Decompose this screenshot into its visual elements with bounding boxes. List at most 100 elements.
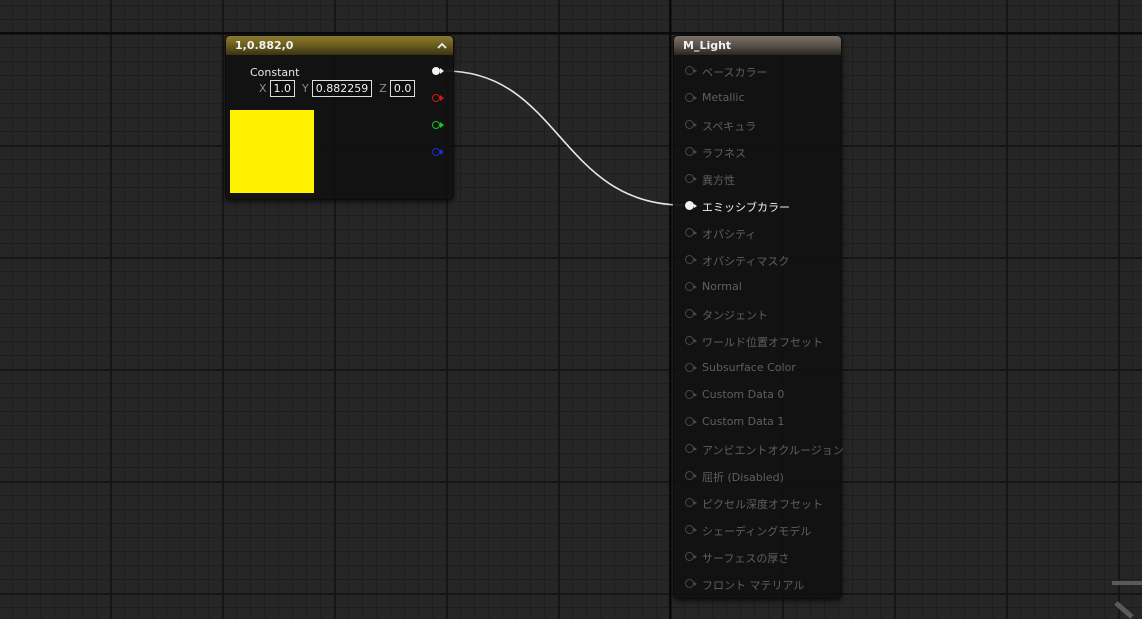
input-pin-arrow-icon [694, 68, 697, 73]
input-pin-circle-icon[interactable] [685, 417, 694, 426]
material-input-row[interactable]: タンジェント [674, 306, 841, 322]
material-input-row[interactable]: ベースカラー [674, 63, 841, 79]
input-pin-circle-icon[interactable] [685, 579, 694, 588]
material-input-row[interactable]: エミッシブカラー [674, 198, 841, 214]
material-input-row[interactable]: フロント マテリアル [674, 576, 841, 592]
material-input-row[interactable]: Normal [674, 279, 841, 295]
input-pin-arrow-icon [694, 527, 697, 532]
material-input-row[interactable]: スペキュラ [674, 117, 841, 133]
input-pin-circle-icon[interactable] [685, 255, 694, 264]
material-input-row[interactable]: ワールド位置オフセット [674, 333, 841, 349]
input-pin-circle-icon[interactable] [685, 390, 694, 399]
input-pin-arrow-icon [694, 176, 697, 181]
output-arrow-rgb [440, 68, 444, 74]
input-pin-circle-icon[interactable] [685, 525, 694, 534]
input-pin-circle-icon[interactable] [685, 363, 694, 372]
input-pin-arrow-icon [694, 392, 697, 397]
z-axis-label: Z [379, 82, 387, 95]
x-value-field[interactable]: 1.0 [269, 80, 296, 97]
material-input-row[interactable]: 屈折 (Disabled) [674, 468, 841, 484]
input-pin-label: Metallic [702, 91, 745, 104]
input-pin-arrow-icon [694, 311, 697, 316]
material-result-node[interactable]: M_Light ベースカラー Metallic スペキュララフネス異方性エミッシブカ… [673, 35, 844, 599]
input-pin-label: ラフネス [702, 147, 746, 160]
collapse-chevron-up-icon[interactable] [435, 36, 449, 55]
input-pin-label: オパシティ [702, 228, 757, 241]
input-pin-label: 異方性 [702, 174, 735, 187]
input-pin-circle-icon[interactable] [685, 120, 694, 129]
input-pin-label: Custom Data 0 [702, 388, 785, 401]
input-pin-circle-icon[interactable] [685, 174, 694, 183]
material-input-row[interactable]: オパシティマスク [674, 252, 841, 268]
input-pin-arrow-icon [694, 149, 697, 154]
input-pin-arrow-icon [694, 419, 697, 424]
material-input-row[interactable]: Custom Data 1 [674, 414, 841, 430]
graph-canvas[interactable]: 1,0.882,0 Constant X 1.0 Y 0.882259 Z 0.… [0, 0, 1142, 619]
input-pin-label: Normal [702, 280, 742, 293]
input-pin-label: シェーディングモデル [702, 525, 812, 538]
input-pin-label: Custom Data 1 [702, 415, 785, 428]
input-pin-label: タンジェント [702, 309, 768, 322]
color-preview-swatch [230, 110, 314, 193]
input-pin-circle-icon[interactable] [685, 228, 694, 237]
input-pin-circle-icon[interactable] [685, 66, 694, 75]
input-pin-label: ベースカラー [702, 66, 768, 79]
input-pin-arrow-icon [694, 581, 697, 586]
constant-node-title: 1,0.882,0 [235, 39, 294, 52]
input-pin-arrow-icon [694, 554, 697, 559]
material-input-row[interactable]: Metallic [674, 90, 841, 106]
material-input-row[interactable]: オパシティ [674, 225, 841, 241]
input-pin-circle-icon[interactable] [685, 201, 694, 210]
output-pin-b[interactable] [432, 148, 440, 156]
output-arrow-g [440, 122, 444, 128]
input-pin-arrow-icon [694, 446, 697, 451]
output-pin-r[interactable] [432, 94, 440, 102]
material-input-row[interactable]: サーフェスの厚さ [674, 549, 841, 565]
wire-layer [444, 70, 684, 206]
input-pin-circle-icon[interactable] [685, 498, 694, 507]
material-input-row[interactable]: ピクセル深度オフセット [674, 495, 841, 511]
grid-origin-horizontal [0, 32, 1142, 34]
constant-node-header[interactable]: 1,0.882,0 [226, 36, 453, 55]
input-pin-circle-icon[interactable] [685, 444, 694, 453]
constant-label: Constant [250, 66, 300, 79]
input-pin-circle-icon[interactable] [685, 471, 694, 480]
input-pin-circle-icon[interactable] [685, 93, 694, 102]
output-pin-rgb[interactable] [432, 67, 440, 75]
input-pin-circle-icon[interactable] [685, 552, 694, 561]
input-pin-arrow-icon [694, 338, 697, 343]
material-input-row[interactable]: アンビエントオクルージョン [674, 441, 844, 457]
input-pin-arrow-icon [694, 257, 697, 262]
input-pin-label: ピクセル深度オフセット [702, 498, 823, 511]
input-pin-circle-icon[interactable] [685, 282, 694, 291]
input-pin-label: オパシティマスク [702, 255, 790, 268]
input-pin-label: アンビエントオクルージョン [702, 444, 844, 457]
input-pin-arrow-icon [694, 500, 697, 505]
material-node-title: M_Light [683, 39, 732, 52]
input-pin-circle-icon[interactable] [685, 309, 694, 318]
material-input-row[interactable]: Custom Data 0 [674, 387, 841, 403]
input-pin-label: Subsurface Color [702, 361, 796, 374]
input-pin-arrow-icon [694, 473, 697, 478]
x-axis-label: X [259, 82, 267, 95]
vector-value-row: X 1.0 Y 0.882259 Z 0.0 [259, 80, 422, 97]
input-pin-arrow-icon [694, 365, 697, 370]
emissive-connection-wire[interactable] [444, 70, 684, 206]
input-pin-arrow-icon [694, 284, 697, 289]
material-input-row[interactable]: 異方性 [674, 171, 841, 187]
y-value-field[interactable]: 0.882259 [311, 80, 373, 97]
input-pin-label: エミッシブカラー [702, 201, 790, 214]
input-pin-circle-icon[interactable] [685, 147, 694, 156]
input-pin-label: ワールド位置オフセット [702, 336, 823, 349]
input-pin-arrow-icon [694, 122, 697, 127]
input-pin-label: 屈折 (Disabled) [702, 471, 784, 484]
constant3vector-node[interactable]: 1,0.882,0 Constant X 1.0 Y 0.882259 Z 0.… [225, 35, 454, 200]
output-arrow-r [440, 95, 444, 101]
material-input-row[interactable]: ラフネス [674, 144, 841, 160]
input-pin-circle-icon[interactable] [685, 336, 694, 345]
material-input-row[interactable]: シェーディングモデル [674, 522, 841, 538]
z-value-field[interactable]: 0.0 [389, 80, 416, 97]
material-node-header[interactable]: M_Light [674, 36, 841, 55]
output-pin-g[interactable] [432, 121, 440, 129]
material-input-row[interactable]: Subsurface Color [674, 360, 841, 376]
